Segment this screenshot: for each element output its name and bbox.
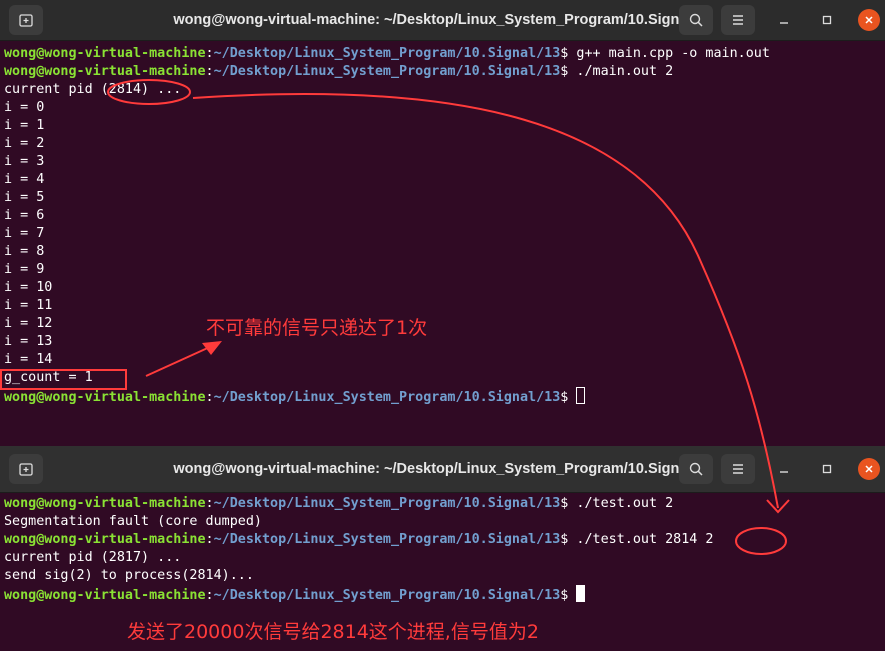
output-text: send sig(2) to process(2814)...: [4, 568, 254, 583]
terminal-output[interactable]: wong@wong-virtual-machine:~/Desktop/Linu…: [4, 495, 713, 603]
output-text: current pid (2814) ...: [4, 82, 182, 97]
output-text: current pid (2817) ...: [4, 550, 182, 565]
terminal-line: wong@wong-virtual-machine:~/Desktop/Linu…: [4, 531, 713, 549]
prompt-user: wong@wong-virtual-machine: [4, 390, 206, 405]
output-text: i = 13: [4, 334, 53, 349]
output-text: i = 0: [4, 100, 45, 115]
terminal-line: i = 8: [4, 243, 770, 261]
close-icon: [865, 16, 873, 24]
annotation-send-signals: 发送了20000次信号给2814这个进程,信号值为2: [127, 621, 539, 643]
title-bar: wong@wong-virtual-machine: ~/Desktop/Lin…: [0, 446, 885, 493]
terminal-line: i = 9: [4, 261, 770, 279]
command-text: $: [560, 588, 577, 603]
minimize-icon: [780, 471, 788, 473]
terminal-line: current pid (2817) ...: [4, 549, 713, 567]
terminal-line: i = 4: [4, 171, 770, 189]
search-icon: [689, 13, 703, 27]
prompt-user: wong@wong-virtual-machine: [4, 46, 206, 61]
terminal-line: wong@wong-virtual-machine:~/Desktop/Linu…: [4, 45, 770, 63]
prompt-user: wong@wong-virtual-machine: [4, 64, 206, 79]
minimize-button[interactable]: [773, 458, 795, 480]
terminal-line: i = 0: [4, 99, 770, 117]
prompt-user: wong@wong-virtual-machine: [4, 532, 206, 547]
maximize-button[interactable]: [816, 9, 838, 31]
terminal-line: i = 3: [4, 153, 770, 171]
maximize-icon: [822, 464, 832, 474]
terminal-line: wong@wong-virtual-machine:~/Desktop/Linu…: [4, 63, 770, 81]
output-text: i = 9: [4, 262, 45, 277]
search-button[interactable]: [679, 5, 713, 35]
prompt-path: ~/Desktop/Linux_System_Program/10.Signal…: [213, 390, 561, 405]
prompt-path: ~/Desktop/Linux_System_Program/10.Signal…: [213, 64, 561, 79]
terminal-line: wong@wong-virtual-machine:~/Desktop/Linu…: [4, 495, 713, 513]
output-text: i = 12: [4, 316, 53, 331]
output-text: i = 6: [4, 208, 45, 223]
hamburger-menu-icon: [733, 15, 743, 25]
terminal-line: i = 6: [4, 207, 770, 225]
terminal-line: i = 1: [4, 117, 770, 135]
prompt-user: wong@wong-virtual-machine: [4, 496, 206, 511]
terminal-line: current pid (2814) ...: [4, 81, 770, 99]
output-text: g_count = 1: [4, 370, 93, 385]
output-text: i = 2: [4, 136, 45, 151]
command-text: $ ./main.out 2: [560, 64, 674, 79]
command-text: $ ./test.out 2814 2: [560, 532, 714, 547]
menu-button[interactable]: [721, 5, 755, 35]
output-text: i = 11: [4, 298, 53, 313]
prompt-user: wong@wong-virtual-machine: [4, 588, 206, 603]
terminal-line: i = 5: [4, 189, 770, 207]
prompt-path: ~/Desktop/Linux_System_Program/10.Signal…: [213, 532, 561, 547]
output-text: i = 8: [4, 244, 45, 259]
output-text: i = 7: [4, 226, 45, 241]
menu-button[interactable]: [721, 454, 755, 484]
terminal-window-top: wong@wong-virtual-machine: ~/Desktop/Lin…: [0, 0, 885, 446]
terminal-line: i = 7: [4, 225, 770, 243]
annotation-unreliable-signal: 不可靠的信号只递达了1次: [206, 317, 428, 339]
hamburger-menu-icon: [733, 464, 743, 474]
prompt-path: ~/Desktop/Linux_System_Program/10.Signal…: [213, 46, 561, 61]
command-text: $: [560, 390, 577, 405]
terminal-line: send sig(2) to process(2814)...: [4, 567, 713, 585]
search-button[interactable]: [679, 454, 713, 484]
terminal-line: wong@wong-virtual-machine:~/Desktop/Linu…: [4, 585, 713, 603]
output-text: i = 10: [4, 280, 53, 295]
output-text: i = 3: [4, 154, 45, 169]
close-icon: [865, 465, 873, 473]
prompt-separator: :: [205, 64, 214, 79]
output-text: i = 1: [4, 118, 45, 133]
search-icon: [689, 462, 703, 476]
terminal-line: wong@wong-virtual-machine:~/Desktop/Linu…: [4, 387, 770, 405]
output-text: Segmentation fault (core dumped): [4, 514, 262, 529]
output-text: i = 5: [4, 190, 45, 205]
terminal-line: Segmentation fault (core dumped): [4, 513, 713, 531]
output-text: i = 4: [4, 172, 45, 187]
text-cursor: [576, 387, 586, 404]
maximize-icon: [822, 15, 832, 25]
terminal-line: g_count = 1: [4, 369, 770, 387]
prompt-separator: :: [205, 532, 214, 547]
maximize-button[interactable]: [816, 458, 838, 480]
prompt-separator: :: [205, 46, 214, 61]
close-button[interactable]: [858, 458, 880, 480]
prompt-path: ~/Desktop/Linux_System_Program/10.Signal…: [213, 496, 561, 511]
terminal-line: i = 14: [4, 351, 770, 369]
minimize-icon: [780, 22, 788, 24]
title-bar: wong@wong-virtual-machine: ~/Desktop/Lin…: [0, 0, 885, 41]
terminal-output[interactable]: wong@wong-virtual-machine:~/Desktop/Linu…: [4, 45, 770, 405]
prompt-separator: :: [205, 390, 214, 405]
terminal-line: i = 10: [4, 279, 770, 297]
text-cursor: [576, 585, 586, 602]
command-text: $ g++ main.cpp -o main.out: [560, 46, 770, 61]
terminal-line: i = 2: [4, 135, 770, 153]
command-text: $ ./test.out 2: [560, 496, 674, 511]
prompt-separator: :: [205, 588, 214, 603]
close-button[interactable]: [858, 9, 880, 31]
prompt-path: ~/Desktop/Linux_System_Program/10.Signal…: [213, 588, 561, 603]
minimize-button[interactable]: [773, 9, 795, 31]
prompt-separator: :: [205, 496, 214, 511]
output-text: i = 14: [4, 352, 53, 367]
